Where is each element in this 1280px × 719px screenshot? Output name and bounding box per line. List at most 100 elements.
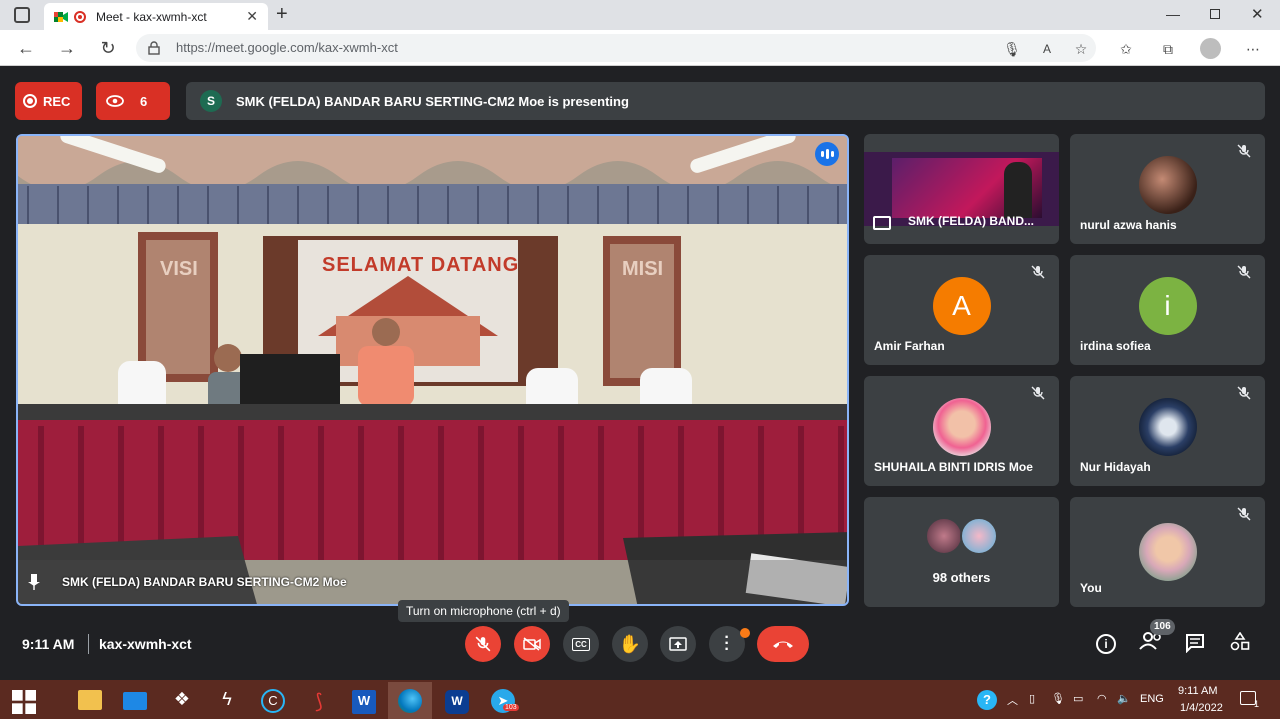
forward-icon[interactable]: → xyxy=(57,38,77,58)
webex-icon[interactable]: W xyxy=(445,690,469,714)
recording-badge[interactable]: REC xyxy=(15,82,82,120)
present-screen-icon xyxy=(873,216,891,230)
restore-button[interactable] xyxy=(1210,9,1220,19)
notification-count: 1 xyxy=(1254,699,1260,709)
participant-tile[interactable]: SHUHAILA BINTI IDRIS Moe xyxy=(864,376,1059,486)
file-explorer-icon[interactable] xyxy=(78,690,102,710)
mic-toggle-button[interactable] xyxy=(465,626,501,662)
edge-icon[interactable] xyxy=(398,689,422,713)
help-icon[interactable]: ? xyxy=(977,690,997,710)
battery-icon[interactable]: ▭ xyxy=(1073,692,1083,705)
browser-tab-bar: Meet - kax-xwmh-xct ✕ + — ✕ xyxy=(0,0,1280,30)
read-aloud-icon[interactable]: A xyxy=(1038,40,1056,58)
favorite-star-icon[interactable]: ☆ xyxy=(1072,40,1090,58)
participant-tile[interactable]: nurul azwa hanis xyxy=(1070,134,1265,244)
raise-hand-button[interactable]: ✋ xyxy=(612,626,648,662)
meeting-time: 9:11 AM xyxy=(22,636,75,652)
collections-icon[interactable]: ⧉ xyxy=(1159,40,1177,58)
presenting-banner: S SMK (FELDA) BANDAR BARU SERTING-CM2 Mo… xyxy=(186,82,1265,120)
word-icon[interactable]: W xyxy=(352,690,376,714)
mic-off-icon xyxy=(475,636,491,652)
scene-right-board: MISI xyxy=(622,258,664,280)
meeting-code: kax-xwmh-xct xyxy=(99,636,192,652)
browser-tab[interactable]: Meet - kax-xwmh-xct ✕ xyxy=(44,3,268,30)
chat-icon xyxy=(1186,634,1204,654)
record-icon xyxy=(23,94,37,108)
wifi-icon[interactable]: ◠ xyxy=(1097,692,1107,705)
close-window-button[interactable]: ✕ xyxy=(1251,5,1264,23)
chat-button[interactable] xyxy=(1185,633,1207,654)
language-indicator[interactable]: ENG xyxy=(1140,693,1164,705)
reload-icon[interactable]: ↻ xyxy=(98,38,118,58)
lock-icon[interactable] xyxy=(148,41,160,55)
mic-off-icon xyxy=(1237,265,1251,279)
phone-link-icon[interactable]: ▯ xyxy=(1029,692,1035,705)
mic-off-icon xyxy=(1237,144,1251,158)
pin-icon[interactable] xyxy=(28,574,40,590)
activities-button[interactable] xyxy=(1230,631,1252,654)
volume-icon[interactable]: 🔈 xyxy=(1117,692,1131,705)
pdf-icon[interactable]: ⟆ xyxy=(307,689,331,713)
avatar xyxy=(932,398,991,456)
tab-title: Meet - kax-xwmh-xct xyxy=(96,9,207,24)
mic-off-icon xyxy=(1237,507,1251,521)
meeting-details-button[interactable]: i xyxy=(1096,634,1116,654)
back-icon[interactable]: ← xyxy=(16,38,36,58)
microphone-tray-icon[interactable]: 🎙 xyxy=(1051,692,1065,705)
avatar xyxy=(925,517,963,555)
more-vert-icon: · · · xyxy=(724,629,730,658)
clock-time[interactable]: 9:11 AM xyxy=(1178,685,1218,697)
telegram-badge: 103 xyxy=(503,704,519,711)
avatar xyxy=(1138,156,1197,214)
notification-dot xyxy=(740,628,750,638)
hand-icon: ✋ xyxy=(618,633,642,654)
participant-name: You xyxy=(1080,581,1102,595)
scene-banner: SELAMAT DATANG xyxy=(322,254,520,276)
present-now-button[interactable] xyxy=(660,626,696,662)
more-menu-icon[interactable]: ⋯ xyxy=(1244,40,1262,58)
participant-name: Amir Farhan xyxy=(874,339,945,353)
divider xyxy=(88,634,89,654)
mic-tooltip: Turn on microphone (ctrl + d) xyxy=(398,600,569,622)
mail-icon[interactable] xyxy=(123,692,147,710)
minimize-button[interactable]: — xyxy=(1166,6,1180,22)
speaking-indicator-icon xyxy=(815,142,839,166)
camera-toggle-button[interactable] xyxy=(514,626,550,662)
app-icon[interactable]: ϟ xyxy=(215,689,239,713)
meeting-room-scene xyxy=(18,136,847,604)
windows-start-icon[interactable] xyxy=(12,690,36,714)
participant-name: irdina sofiea xyxy=(1080,339,1151,353)
tray-expand-icon[interactable]: ︿ xyxy=(1007,692,1018,708)
people-button[interactable] xyxy=(1139,632,1165,654)
camera-off-icon xyxy=(523,637,541,651)
leave-call-button[interactable] xyxy=(757,626,809,662)
ccleaner-icon[interactable]: C xyxy=(261,689,285,713)
viewers-count: 6 xyxy=(140,93,148,109)
microphone-permission-icon[interactable]: 🎙 xyxy=(1003,40,1021,58)
participant-tile[interactable]: A Amir Farhan xyxy=(864,255,1059,365)
mic-off-icon xyxy=(1031,265,1045,279)
self-tile[interactable]: You xyxy=(1070,497,1265,607)
dropbox-icon[interactable]: ❖ xyxy=(170,689,194,713)
tab-actions-icon[interactable] xyxy=(14,7,30,23)
participant-name: SHUHAILA BINTI IDRIS Moe xyxy=(874,460,1033,474)
avatar xyxy=(1138,523,1197,581)
captions-button[interactable]: CC xyxy=(563,626,599,662)
eye-icon xyxy=(106,95,124,107)
profile-avatar[interactable] xyxy=(1200,38,1221,59)
main-video-name: SMK (FELDA) BANDAR BARU SERTING-CM2 Moe xyxy=(62,575,347,589)
participant-tile-presentation[interactable]: SMK (FELDA) BAND... xyxy=(864,134,1059,244)
avatar: A xyxy=(932,277,991,335)
others-tile[interactable]: 98 others xyxy=(864,497,1059,607)
participant-tile[interactable]: i irdina sofiea xyxy=(1070,255,1265,365)
favorites-icon[interactable]: ✩ xyxy=(1117,40,1135,58)
presenter-avatar: S xyxy=(200,90,222,112)
viewers-badge[interactable]: 6 xyxy=(96,82,170,120)
close-tab-icon[interactable]: ✕ xyxy=(246,8,258,25)
mic-off-icon xyxy=(1031,386,1045,400)
new-tab-button[interactable]: + xyxy=(276,3,288,26)
people-count-badge: 106 xyxy=(1150,619,1175,635)
clock-date[interactable]: 1/4/2022 xyxy=(1180,702,1223,714)
participant-tile[interactable]: Nur Hidayah xyxy=(1070,376,1265,486)
main-video-tile[interactable]: SELAMAT DATANG VISI MISI SMK (FELDA) BAN… xyxy=(16,134,849,606)
